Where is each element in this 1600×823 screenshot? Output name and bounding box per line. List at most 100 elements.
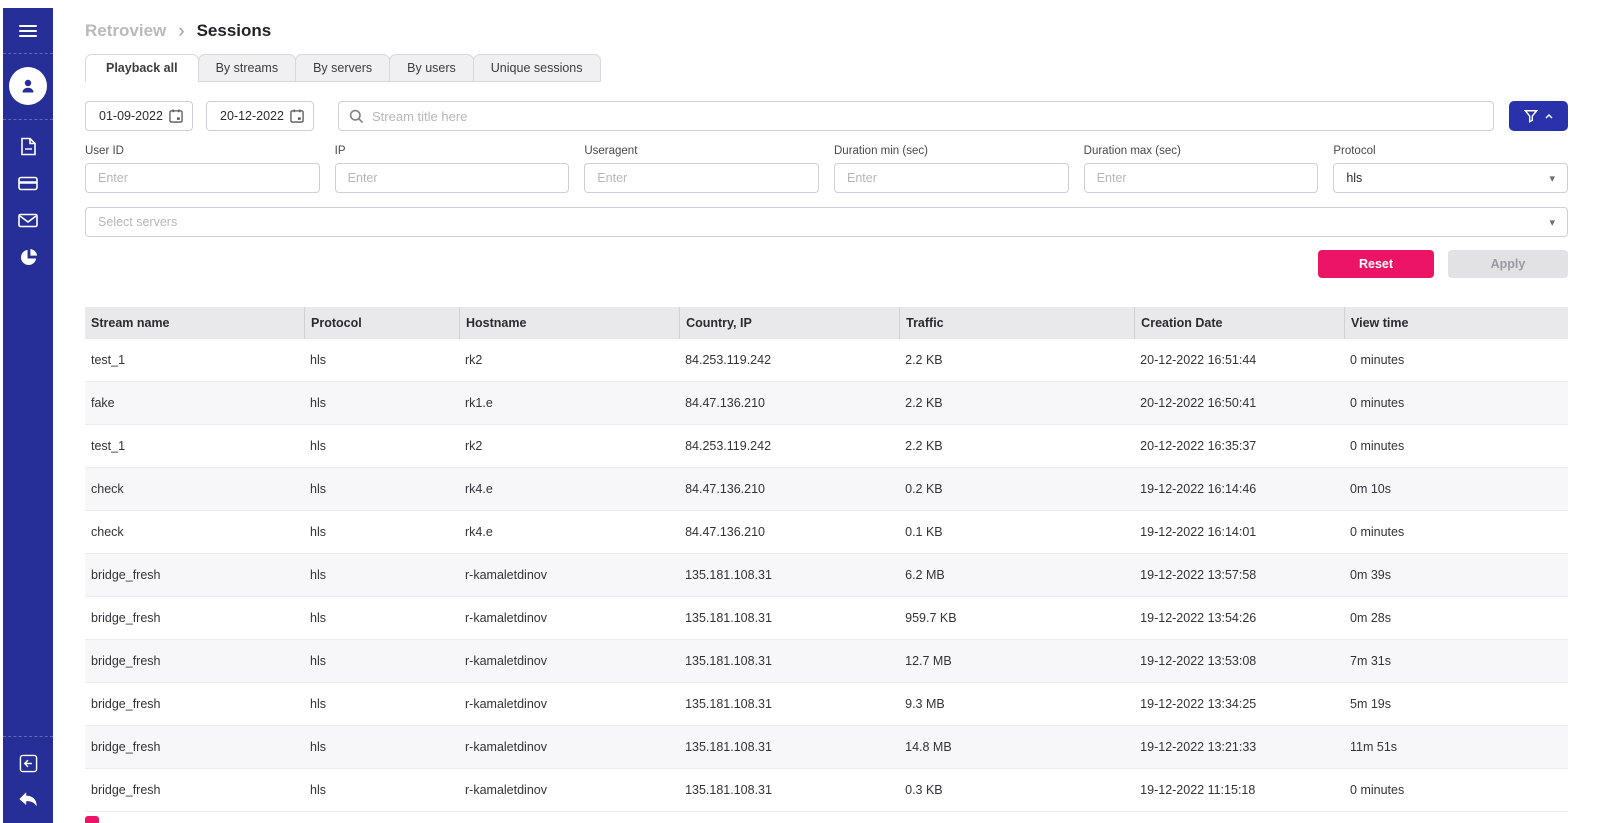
cell-country-ip: 84.253.119.242 <box>679 339 899 381</box>
main-content: Retroview › Sessions Playback allBy stre… <box>53 8 1600 823</box>
tab-by-streams[interactable]: By streams <box>198 54 297 82</box>
cell-traffic: 0.2 KB <box>899 468 1134 510</box>
chevron-down-icon: ▾ <box>1549 172 1555 185</box>
cell-view-time: 0m 10s <box>1344 468 1568 510</box>
credit-card-icon[interactable] <box>18 173 38 193</box>
cell-stream-name: bridge_fresh <box>85 726 304 768</box>
table-body: test_1hlsrk284.253.119.2422.2 KB20-12-20… <box>85 339 1568 812</box>
date-to-value[interactable] <box>220 109 290 123</box>
user-avatar[interactable] <box>9 67 47 105</box>
cell-creation-date: 19-12-2022 13:21:33 <box>1134 726 1344 768</box>
mail-icon[interactable] <box>18 210 38 230</box>
column-header-view-time[interactable]: View time <box>1344 307 1568 339</box>
ip-input[interactable] <box>335 163 570 193</box>
cell-view-time: 11m 51s <box>1344 726 1568 768</box>
column-header-protocol[interactable]: Protocol <box>304 307 459 339</box>
cut-off-pink-element[interactable] <box>85 816 99 823</box>
cell-protocol: hls <box>304 640 459 682</box>
cell-protocol: hls <box>304 468 459 510</box>
menu-icon[interactable] <box>19 22 37 40</box>
filter-fields: User IDIPUseragentDuration min (sec)Dura… <box>85 145 1568 193</box>
stream-search[interactable] <box>338 101 1494 131</box>
tab-playback-all[interactable]: Playback all <box>85 54 199 82</box>
date-to-input[interactable] <box>206 101 314 131</box>
table-row[interactable]: fakehlsrk1.e84.47.136.2102.2 KB20-12-202… <box>85 382 1568 425</box>
servers-select[interactable]: Select servers ▾ <box>85 207 1568 237</box>
cell-country-ip: 84.47.136.210 <box>679 511 899 553</box>
filter-toggle-button[interactable] <box>1509 101 1568 131</box>
reset-button[interactable]: Reset <box>1318 250 1434 278</box>
useragent-input[interactable] <box>584 163 819 193</box>
document-icon[interactable] <box>18 136 38 156</box>
sidebar-divider <box>3 53 53 54</box>
table-row[interactable]: bridge_freshhlsr-kamaletdinov135.181.108… <box>85 726 1568 769</box>
duration-min-sec-input[interactable] <box>834 163 1069 193</box>
cell-view-time: 7m 31s <box>1344 640 1568 682</box>
cell-country-ip: 84.253.119.242 <box>679 425 899 467</box>
cell-traffic: 0.3 KB <box>899 769 1134 811</box>
cell-country-ip: 135.181.108.31 <box>679 769 899 811</box>
calendar-icon <box>169 108 183 124</box>
column-header-creation-date[interactable]: Creation Date <box>1134 307 1344 339</box>
cell-protocol: hls <box>304 769 459 811</box>
cell-protocol: hls <box>304 511 459 553</box>
sidebar <box>3 8 53 823</box>
user-id-input[interactable] <box>85 163 320 193</box>
tab-unique-sessions[interactable]: Unique sessions <box>473 54 601 82</box>
table-row[interactable]: test_1hlsrk284.253.119.2422.2 KB20-12-20… <box>85 425 1568 468</box>
cell-hostname: rk4.e <box>459 511 679 553</box>
table-row[interactable]: bridge_freshhlsr-kamaletdinov135.181.108… <box>85 683 1568 726</box>
calendar-icon <box>290 108 304 124</box>
table-row[interactable]: bridge_freshhlsr-kamaletdinov135.181.108… <box>85 554 1568 597</box>
cell-view-time: 0 minutes <box>1344 511 1568 553</box>
tab-by-servers[interactable]: By servers <box>295 54 390 82</box>
protocol-select[interactable]: hls▾ <box>1333 163 1568 193</box>
pie-chart-icon[interactable] <box>18 247 38 267</box>
table-row[interactable]: checkhlsrk4.e84.47.136.2100.1 KB19-12-20… <box>85 511 1568 554</box>
field-label: IP <box>335 145 570 157</box>
stream-search-input[interactable] <box>372 109 1483 124</box>
cell-protocol: hls <box>304 339 459 381</box>
cell-country-ip: 135.181.108.31 <box>679 683 899 725</box>
cell-hostname: r-kamaletdinov <box>459 726 679 768</box>
cell-traffic: 9.3 MB <box>899 683 1134 725</box>
cell-hostname: r-kamaletdinov <box>459 554 679 596</box>
field-label: Useragent <box>584 145 819 157</box>
cell-traffic: 0.1 KB <box>899 511 1134 553</box>
funnel-icon <box>1524 109 1538 123</box>
breadcrumb-root[interactable]: Retroview <box>85 21 166 41</box>
table-row[interactable]: test_1hlsrk284.253.119.2422.2 KB20-12-20… <box>85 339 1568 382</box>
column-header-stream-name[interactable]: Stream name <box>85 307 304 339</box>
table-header: Stream nameProtocolHostnameCountry, IPTr… <box>85 307 1568 339</box>
tab-by-users[interactable]: By users <box>389 54 474 82</box>
cell-creation-date: 19-12-2022 13:34:25 <box>1134 683 1344 725</box>
cell-creation-date: 20-12-2022 16:35:37 <box>1134 425 1344 467</box>
cell-stream-name: test_1 <box>85 425 304 467</box>
chevron-down-icon: ▾ <box>1549 216 1555 229</box>
cell-hostname: rk2 <box>459 339 679 381</box>
search-icon <box>349 109 364 124</box>
apply-button[interactable]: Apply <box>1448 250 1568 278</box>
back-arrow-icon[interactable] <box>18 789 38 809</box>
cell-view-time: 0 minutes <box>1344 382 1568 424</box>
cell-view-time: 0 minutes <box>1344 339 1568 381</box>
table-row[interactable]: bridge_freshhlsr-kamaletdinov135.181.108… <box>85 640 1568 683</box>
cell-traffic: 959.7 KB <box>899 597 1134 639</box>
date-from-value[interactable] <box>99 109 169 123</box>
column-header-country-ip[interactable]: Country, IP <box>679 307 899 339</box>
sidebar-divider <box>3 736 53 737</box>
column-header-traffic[interactable]: Traffic <box>899 307 1134 339</box>
cell-stream-name: check <box>85 511 304 553</box>
cell-creation-date: 20-12-2022 16:51:44 <box>1134 339 1344 381</box>
column-header-hostname[interactable]: Hostname <box>459 307 679 339</box>
cell-view-time: 0 minutes <box>1344 425 1568 467</box>
table-row[interactable]: checkhlsrk4.e84.47.136.2100.2 KB19-12-20… <box>85 468 1568 511</box>
date-from-input[interactable] <box>85 101 193 131</box>
table-row[interactable]: bridge_freshhlsr-kamaletdinov135.181.108… <box>85 769 1568 812</box>
table-row[interactable]: bridge_freshhlsr-kamaletdinov135.181.108… <box>85 597 1568 640</box>
duration-max-sec-input[interactable] <box>1084 163 1319 193</box>
field-ip: IP <box>335 145 570 193</box>
cell-country-ip: 135.181.108.31 <box>679 597 899 639</box>
chevron-up-icon <box>1545 114 1553 119</box>
collapse-panel-icon[interactable] <box>18 753 38 773</box>
